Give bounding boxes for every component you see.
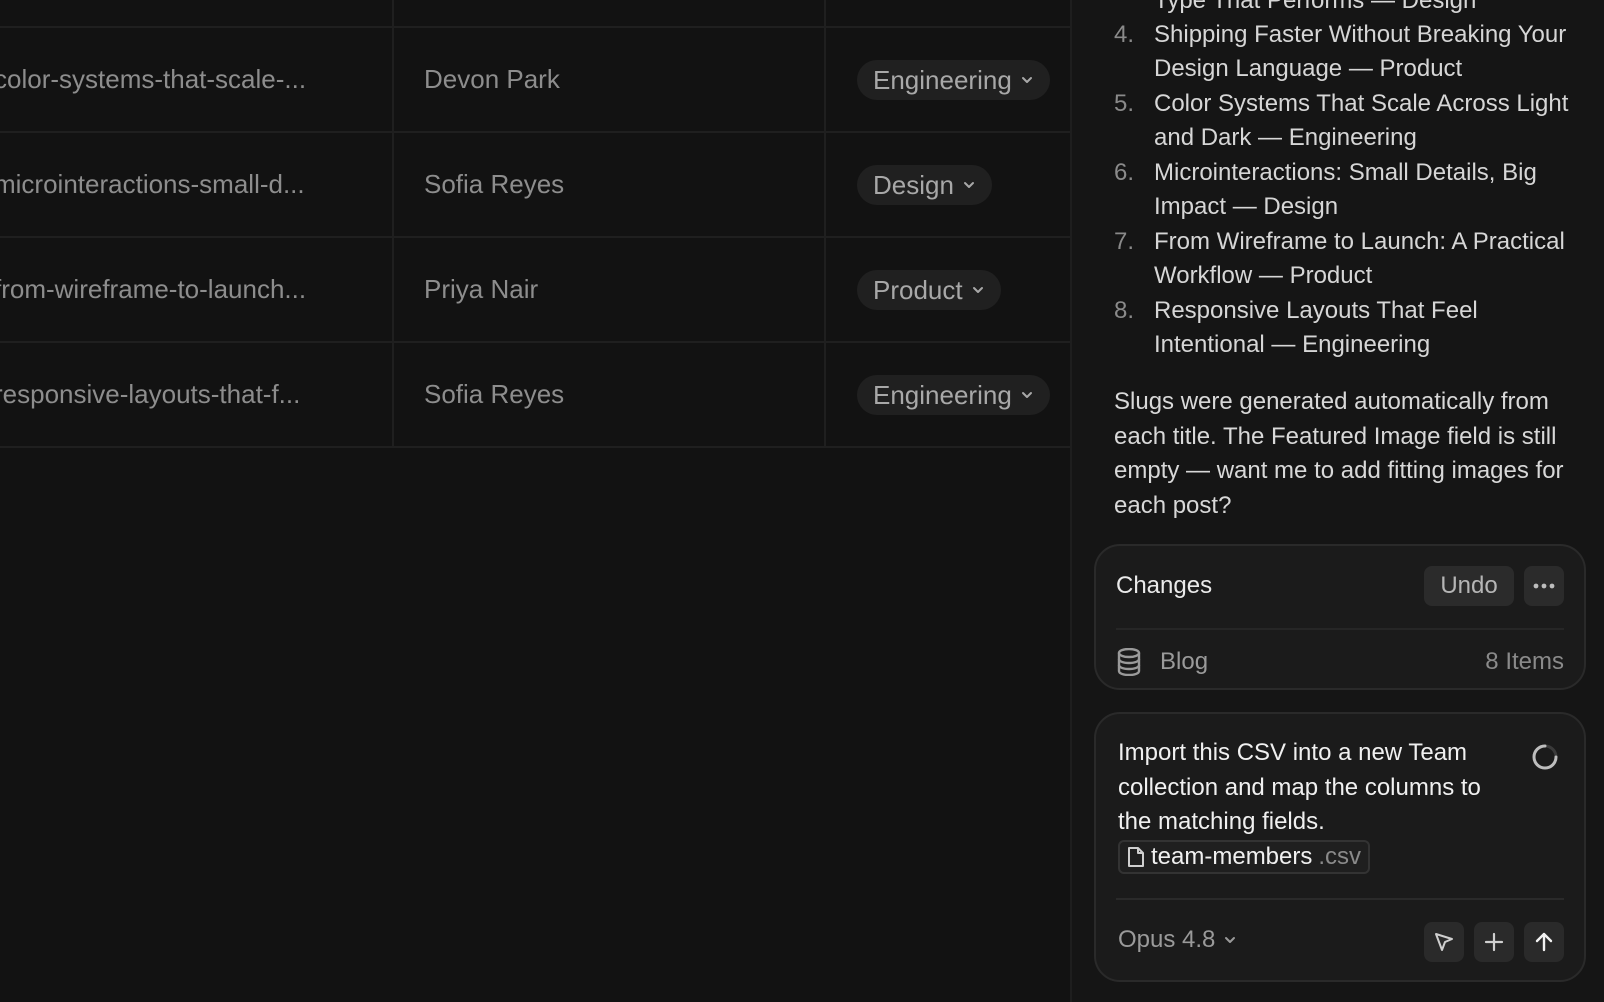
chevron-down-icon xyxy=(1021,77,1032,83)
author-cell[interactable]: Devon Park xyxy=(424,28,560,131)
message-composer[interactable]: Import this CSV into a new Team collecti… xyxy=(1094,712,1586,982)
list-text: Color Systems That Scale Across Light an… xyxy=(1154,90,1569,151)
table-row[interactable]: color-systems-that-scale-... Devon Park … xyxy=(0,28,1070,133)
items-count: 8 Items xyxy=(1485,648,1564,675)
slug-text: from-wireframe-to-launch... xyxy=(0,274,307,304)
column-divider xyxy=(824,0,826,448)
category-label: Product xyxy=(873,274,963,305)
loading-spinner-icon xyxy=(1532,744,1558,770)
chevron-down-icon xyxy=(963,182,974,188)
list-text: Type That Performs — Design xyxy=(1154,0,1477,14)
file-icon xyxy=(1128,847,1144,868)
list-number: 8. xyxy=(1114,297,1135,324)
category-dropdown[interactable]: Design xyxy=(857,165,992,205)
file-name: team-members xyxy=(1151,843,1313,871)
list-number: 5. xyxy=(1114,90,1135,117)
collection-table: color-systems-that-scale-... Devon Park … xyxy=(0,0,1070,1002)
list-number: 6. xyxy=(1114,159,1135,186)
app-root: color-systems-that-scale-... Devon Park … xyxy=(0,0,1604,1002)
add-attachment-button[interactable] xyxy=(1474,922,1514,962)
model-name: Opus 4.8 xyxy=(1118,926,1216,953)
file-attachment[interactable]: team-members .csv xyxy=(1118,840,1371,875)
assistant-panel: Type That Performs — Design 4. Shipping … xyxy=(1070,0,1604,1002)
assistant-message: Slugs were generated automatically from … xyxy=(1114,388,1564,519)
slug-cell[interactable]: color-systems-that-scale-... xyxy=(0,28,392,131)
select-element-button[interactable] xyxy=(1424,922,1464,962)
divider xyxy=(1116,628,1564,630)
cursor-pointer-icon xyxy=(1435,933,1453,951)
prompt-text: Import this CSV into a new Team collecti… xyxy=(1118,739,1481,835)
author-cell[interactable]: Sofia Reyes xyxy=(424,133,564,236)
list-number: 7. xyxy=(1114,228,1135,255)
category-label: Engineering xyxy=(873,379,1012,410)
database-icon xyxy=(1117,648,1141,676)
slug-text: microinteractions-small-d... xyxy=(0,169,305,199)
category-label: Design xyxy=(873,169,954,200)
category-dropdown[interactable]: Product xyxy=(857,270,1001,310)
arrow-up-icon xyxy=(1535,932,1553,952)
more-horizontal-icon xyxy=(1533,583,1555,589)
list-text: Microinteractions: Small Details, Big Im… xyxy=(1154,159,1537,220)
slug-cell[interactable]: microinteractions-small-d... xyxy=(0,133,392,236)
slug-text: color-systems-that-scale-... xyxy=(0,64,307,94)
changes-title: Changes xyxy=(1116,572,1213,599)
chevron-down-icon xyxy=(1225,937,1236,943)
list-text: From Wireframe to Launch: A Practical Wo… xyxy=(1154,228,1565,289)
collection-name[interactable]: Blog xyxy=(1160,648,1208,676)
author-cell[interactable]: Priya Nair xyxy=(424,238,538,341)
table-row[interactable]: from-wireframe-to-launch... Priya Nair P… xyxy=(0,238,1070,343)
category-dropdown[interactable]: Engineering xyxy=(857,60,1050,100)
slug-cell[interactable]: responsive-layouts-that-f... xyxy=(0,343,392,446)
prompt-input[interactable]: Import this CSV into a new Team collecti… xyxy=(1118,736,1498,875)
author-cell[interactable]: Sofia Reyes xyxy=(424,343,564,446)
undo-button[interactable]: Undo xyxy=(1424,566,1514,606)
category-dropdown[interactable]: Engineering xyxy=(857,375,1050,415)
changes-card: Changes Undo Blog 8 Items xyxy=(1094,544,1586,690)
divider xyxy=(1116,898,1564,900)
category-label: Engineering xyxy=(873,64,1012,95)
plus-icon xyxy=(1484,932,1504,952)
list-text: Responsive Layouts That Feel Intentional… xyxy=(1154,297,1478,358)
table-row[interactable]: microinteractions-small-d... Sofia Reyes… xyxy=(0,133,1070,238)
table-row-partial xyxy=(0,0,1070,28)
list-number: 4. xyxy=(1114,21,1135,48)
list-text: Shipping Faster Without Breaking Your De… xyxy=(1154,21,1567,82)
slug-cell[interactable]: from-wireframe-to-launch... xyxy=(0,238,392,341)
file-extension: .csv xyxy=(1318,843,1362,871)
column-divider xyxy=(392,0,394,448)
model-selector[interactable]: Opus 4.8 xyxy=(1118,926,1237,954)
slug-text: responsive-layouts-that-f... xyxy=(0,379,301,409)
chevron-down-icon xyxy=(1021,392,1032,398)
more-options-button[interactable] xyxy=(1524,566,1564,606)
chevron-down-icon xyxy=(972,287,983,293)
table-row[interactable]: responsive-layouts-that-f... Sofia Reyes… xyxy=(0,343,1070,448)
send-button[interactable] xyxy=(1524,922,1564,962)
